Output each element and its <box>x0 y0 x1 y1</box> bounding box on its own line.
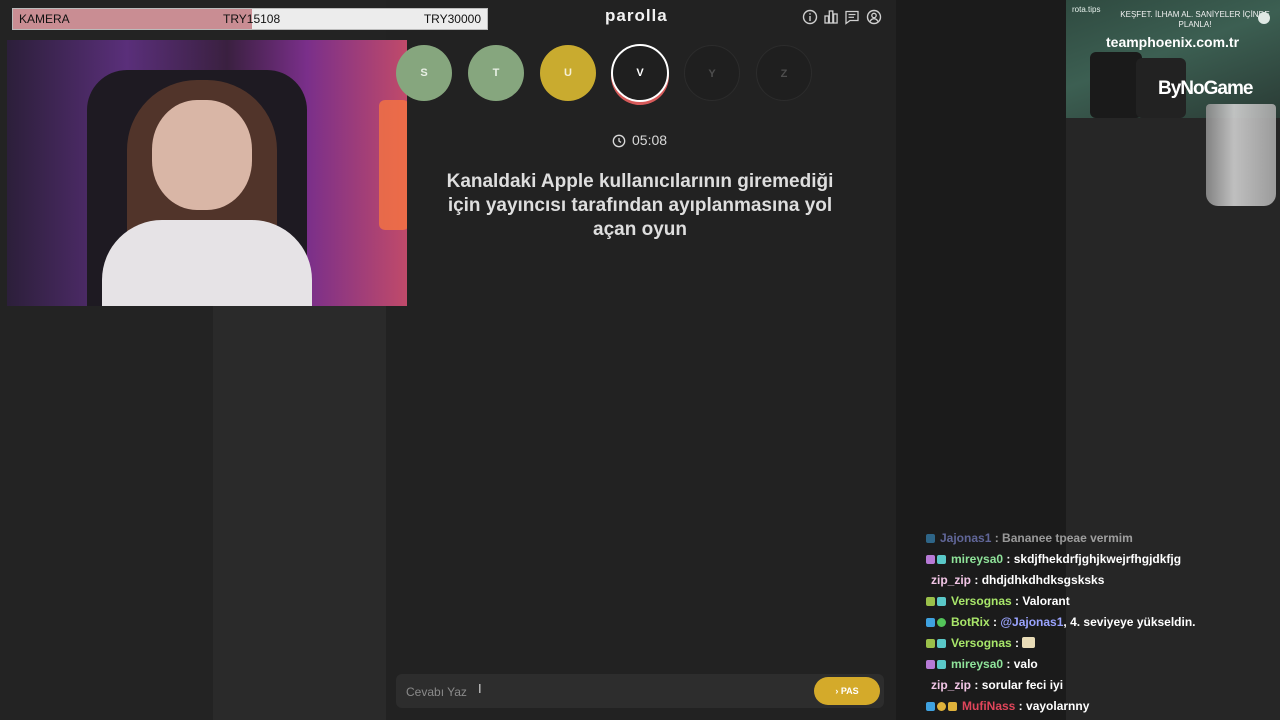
game-panel <box>386 0 896 720</box>
ad-phone-image <box>1090 52 1142 118</box>
donation-label: KAMERA <box>19 12 70 26</box>
chat-message: BotRix : @Jajonas1, 4. seviyeye yükseldi… <box>926 612 1276 633</box>
webcam-person-body <box>102 220 312 306</box>
chat-username[interactable]: BotRix <box>951 615 990 629</box>
chat-message: MufiNass : vayolarnny <box>926 696 1276 717</box>
glass-overlay-image <box>1206 104 1276 206</box>
feedback-icon[interactable] <box>844 9 860 25</box>
question-text: Kanaldaki Apple kullanıcılarının giremed… <box>446 171 834 240</box>
webcam-person-face <box>152 100 252 210</box>
webcam-lamp <box>379 100 407 230</box>
letter-circle-t: T <box>468 45 524 101</box>
chat-message: Jajonas1 : Bananee tpeae vermim <box>926 528 1276 549</box>
pass-label: PAS <box>840 686 859 696</box>
chat-text: Bananee tpeae vermim <box>1002 531 1133 545</box>
timer: 05:08 <box>612 132 667 151</box>
badge-icon <box>926 597 935 606</box>
app-logo[interactable]: parolla <box>605 6 668 26</box>
chat-badges <box>926 528 937 549</box>
badge-icon <box>937 702 946 711</box>
donation-goal-bar: KAMERA TRY15108 TRY30000 <box>12 8 488 30</box>
pass-button[interactable]: › PAS <box>814 677 880 705</box>
chat-badges <box>926 591 948 612</box>
badge-icon <box>926 555 935 564</box>
timer-value: 05:08 <box>632 132 668 148</box>
sponsor-ad: rota.tips KEŞFET. İLHAM AL. SANİYELER İÇ… <box>1066 0 1280 118</box>
ad-tagline: KEŞFET. İLHAM AL. SANİYELER İÇİNDE PLANL… <box>1120 10 1270 29</box>
letter-circle-u: U <box>540 45 596 101</box>
badge-icon <box>937 660 946 669</box>
badge-icon <box>926 534 935 543</box>
ad-logo: ByNoGame <box>1158 78 1253 99</box>
info-icon[interactable] <box>802 9 818 25</box>
chat-feed: Jajonas1 : Bananee tpeae vermim mireysa0… <box>926 531 1276 717</box>
chat-badges <box>926 549 948 570</box>
ad-indicator-icon <box>1258 12 1270 24</box>
chat-message: zip_zip : sorular feci iyi <box>931 678 1064 692</box>
chat-username[interactable]: Versognas <box>951 594 1012 608</box>
chat-badges <box>926 633 948 654</box>
badge-icon <box>937 555 946 564</box>
badge-icon <box>926 660 935 669</box>
chat-text: Valorant <box>1022 594 1070 608</box>
letter-circle-z: Z <box>756 45 812 101</box>
chat-username[interactable]: Versognas <box>951 636 1012 650</box>
verified-icon <box>937 618 946 627</box>
chat-text: skdjfhekdrfjghjkwejrfhgjdkfjg <box>1013 552 1182 566</box>
chat-username[interactable]: Jajonas1 <box>940 531 991 545</box>
answer-bar <box>396 674 884 710</box>
badge-icon <box>926 702 935 711</box>
letter-circle-s: S <box>396 45 452 101</box>
chat-emote-icon <box>1022 637 1036 648</box>
chat-username[interactable]: zip_zip <box>931 573 971 587</box>
chat-text: valo <box>1013 657 1038 671</box>
badge-icon <box>937 597 946 606</box>
ad-site: teamphoenix.com.tr <box>1106 34 1240 50</box>
stats-icon[interactable] <box>823 9 839 25</box>
chat-text: sorular feci iyi <box>981 678 1064 692</box>
donation-goal: TRY30000 <box>423 12 481 26</box>
chat-message: Versognas : Valorant <box>926 591 1276 612</box>
chat-username[interactable]: mireysa0 <box>951 552 1003 566</box>
webcam-feed <box>7 40 407 306</box>
chat-username[interactable]: MufiNass <box>962 699 1015 713</box>
letter-circle-v-active: V <box>611 44 669 102</box>
answer-input[interactable] <box>404 674 788 710</box>
badge-icon <box>926 618 935 627</box>
chat-text: dhdjdhkdhdksgsksks <box>981 573 1105 587</box>
chat-badges <box>926 654 948 675</box>
chat-text: , 4. seviyeye yükseldin. <box>1063 615 1196 629</box>
chat-message: Versognas : <box>926 633 1276 654</box>
chat-message: mireysa0 : valo <box>926 654 1276 675</box>
chat-message: zip_zip : dhdjdhkdhdksgsksks <box>931 573 1105 587</box>
chat-message: mireysa0 : skdjfhekdrfjghjkwejrfhgjdkfjg <box>926 549 1276 570</box>
chat-mention[interactable]: @Jajonas1 <box>1000 615 1063 629</box>
donation-current: TRY15108 <box>223 12 281 26</box>
clock-icon <box>612 134 626 151</box>
letter-circle-y: Y <box>684 45 740 101</box>
text-cursor-icon: I <box>478 681 482 696</box>
chat-badges <box>926 612 948 633</box>
crown-icon <box>948 702 957 711</box>
chat-text: vayolarnny <box>1026 699 1090 713</box>
badge-icon <box>926 639 935 648</box>
chat-username[interactable]: zip_zip <box>931 678 971 692</box>
account-icon[interactable] <box>866 9 882 25</box>
badge-icon <box>937 639 946 648</box>
ad-brand: rota.tips <box>1072 5 1101 14</box>
chat-badges <box>926 696 959 717</box>
chat-username[interactable]: mireysa0 <box>951 657 1003 671</box>
left-background-strip <box>213 300 386 720</box>
